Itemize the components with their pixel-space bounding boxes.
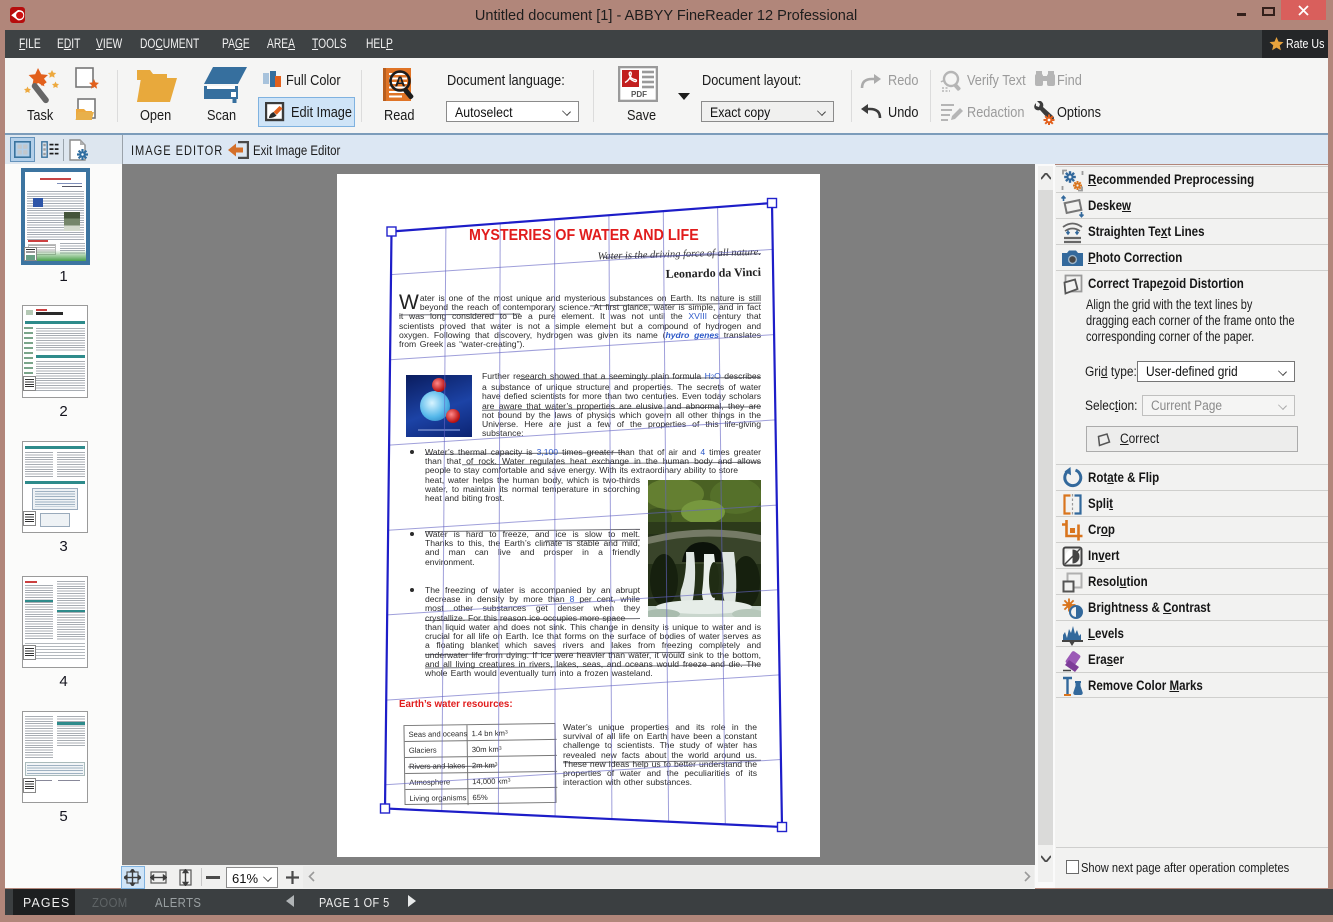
- svg-text:A: A: [395, 74, 406, 91]
- svg-text:PDF: PDF: [631, 90, 647, 99]
